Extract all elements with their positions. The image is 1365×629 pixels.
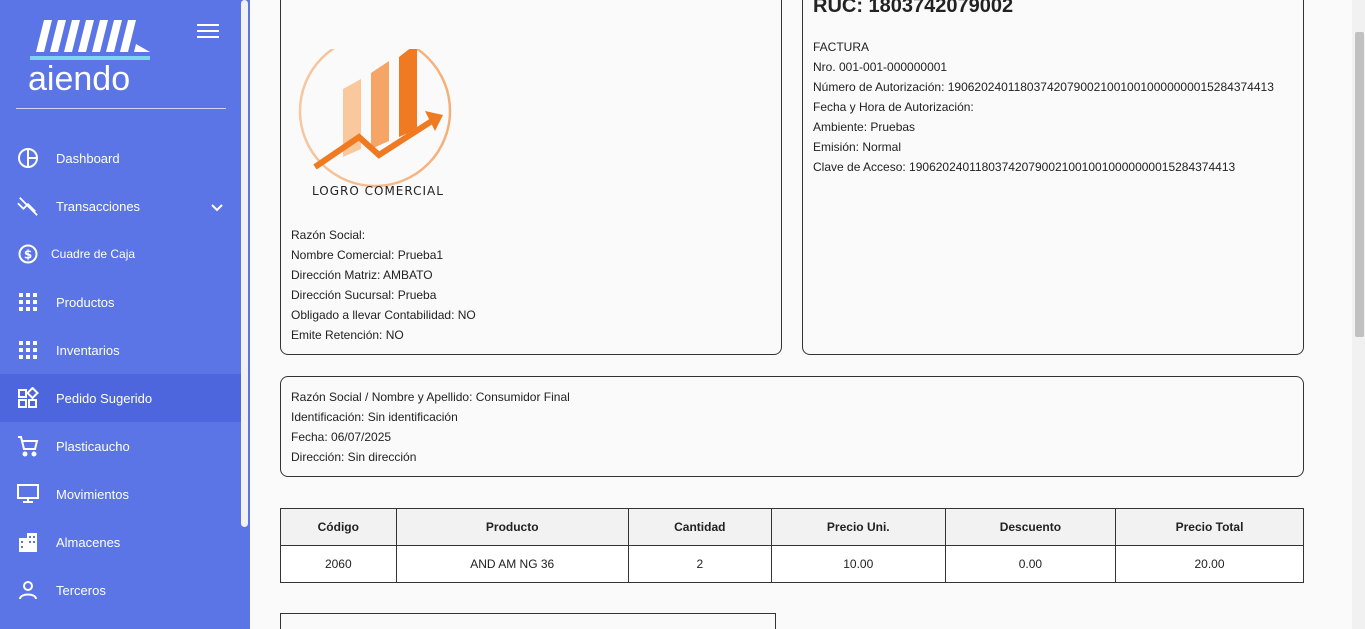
sidebar-item-transacciones[interactable]: Transacciones	[0, 182, 241, 230]
sidebar-item-pedido-sugerido[interactable]: Pedido Sugerido	[0, 374, 241, 422]
building-icon	[17, 531, 39, 553]
sidebar-item-productos[interactable]: Productos	[0, 278, 241, 326]
authorization-date: Fecha y Hora de Autorización:	[813, 100, 974, 114]
sidebar-item-cuadre-de-caja[interactable]: $ Cuadre de Caja	[0, 230, 241, 278]
sidebar-divider	[16, 108, 226, 109]
invoice-info: FACTURA Nro. 001-001-000000001 Número de…	[813, 37, 1274, 177]
sidebar: aiendo Dashboard Transacciones $ Cuadre …	[0, 0, 250, 629]
sidebar-item-label: Pedido Sugerido	[56, 390, 153, 406]
client-info: Razón Social / Nombre y Apellido: Consum…	[291, 387, 570, 467]
issuer-nombre-comercial: Nombre Comercial: Prueba1	[291, 248, 444, 262]
column-header: Código	[280, 508, 397, 546]
brand-name: aiendo	[28, 60, 131, 98]
sidebar-item-inventarios[interactable]: Inventarios	[0, 326, 241, 374]
sidebar-scrollbar[interactable]	[241, 0, 248, 527]
cell-precio-total: 20.00	[1115, 545, 1304, 583]
dollar-icon: $	[17, 243, 39, 265]
sidebar-item-plasticaucho[interactable]: Plasticaucho	[0, 422, 241, 470]
sidebar-item-label: Transacciones	[56, 198, 141, 214]
sidebar-item-label: Dashboard	[56, 150, 120, 166]
issuer-retencion: Emite Retención: NO	[291, 328, 404, 342]
sidebar-item-label: Productos	[56, 294, 115, 310]
issuer-razon-social: Razón Social:	[291, 228, 366, 242]
column-header: Precio Uni.	[770, 508, 946, 546]
grid-icon	[17, 291, 39, 313]
cell-producto: AND AM NG 36	[395, 545, 629, 583]
svg-text:LOGRO COMERCIAL: LOGRO COMERCIAL	[312, 184, 444, 198]
grid-icon	[17, 339, 39, 361]
sidebar-item-dashboard[interactable]: Dashboard	[0, 134, 241, 182]
issuer-contabilidad: Obligado a llevar Contabilidad: NO	[291, 308, 476, 322]
monitor-icon	[17, 483, 39, 505]
column-header: Descuento	[944, 508, 1117, 546]
page-scrollbar-thumb[interactable]	[1355, 32, 1364, 337]
widgets-icon	[17, 387, 39, 409]
transactions-icon	[17, 195, 39, 217]
table-header-row: Código Producto Cantidad Precio Uni. Des…	[280, 508, 1304, 546]
svg-text:$: $	[24, 248, 32, 262]
cell-descuento: 0.00	[944, 545, 1117, 583]
sidebar-item-label: Almacenes	[56, 534, 121, 550]
cell-codigo: 2060	[280, 545, 397, 583]
issuer-info: Razón Social: Nombre Comercial: Prueba1 …	[291, 225, 476, 345]
table-row: 2060 AND AM NG 36 2 10.00 0.00 20.00	[280, 545, 1304, 583]
client-date: Fecha: 06/07/2025	[291, 430, 392, 444]
cell-precio-uni: 10.00	[770, 545, 946, 583]
invoice-number: Nro. 001-001-000000001	[813, 60, 948, 74]
environment: Ambiente: Pruebas	[813, 120, 916, 134]
hamburger-icon	[197, 24, 219, 26]
issuer-direccion-matriz: Dirección Matriz: AMBATO	[291, 268, 433, 282]
authorization-number: Número de Autorización: 1906202401180374…	[813, 80, 1274, 94]
chevron-down-icon[interactable]	[211, 199, 223, 217]
issuer-card: LOGRO COMERCIAL Razón Social: Nombre Com…	[280, 0, 782, 355]
client-card: Razón Social / Nombre y Apellido: Consum…	[280, 376, 1304, 477]
sidebar-item-label: Terceros	[56, 582, 106, 598]
items-table: Código Producto Cantidad Precio Uni. Des…	[280, 508, 1304, 583]
emission: Emisión: Normal	[813, 140, 902, 154]
access-key: Clave de Acceso: 19062024011803742079002…	[813, 160, 1236, 174]
invoice-card: RUC: 1803742079002 FACTURA Nro. 001-001-…	[802, 0, 1304, 355]
sidebar-nav: Dashboard Transacciones $ Cuadre de Caja…	[0, 134, 241, 614]
sidebar-item-label: Movimientos	[56, 486, 129, 502]
column-header: Producto	[395, 508, 629, 546]
totals-card	[280, 613, 776, 629]
sidebar-item-label: Plasticaucho	[56, 438, 130, 454]
ruc-heading: RUC: 1803742079002	[813, 0, 1014, 17]
issuer-direccion-sucursal: Dirección Sucursal: Prueba	[291, 288, 437, 302]
menu-toggle-button[interactable]	[197, 24, 219, 40]
sidebar-item-terceros[interactable]: Terceros	[0, 566, 241, 614]
cell-cantidad: 2	[627, 545, 772, 583]
cart-icon	[17, 435, 39, 457]
sidebar-item-label: Inventarios	[56, 342, 120, 358]
invoice-view: LOGRO COMERCIAL Razón Social: Nombre Com…	[250, 0, 1352, 629]
client-name: Razón Social / Nombre y Apellido: Consum…	[291, 390, 570, 404]
client-id: Identificación: Sin identificación	[291, 410, 458, 424]
invoice-type: FACTURA	[813, 40, 870, 54]
sidebar-item-movimientos[interactable]: Movimientos	[0, 470, 241, 518]
column-header: Cantidad	[627, 508, 772, 546]
page-scrollbar[interactable]	[1352, 0, 1365, 629]
person-icon	[17, 579, 39, 601]
sidebar-item-label: Cuadre de Caja	[51, 247, 136, 261]
dashboard-icon	[17, 147, 39, 169]
sidebar-item-almacenes[interactable]: Almacenes	[0, 518, 241, 566]
column-header: Precio Total	[1115, 508, 1304, 546]
client-address: Dirección: Sin dirección	[291, 450, 417, 464]
company-logo: LOGRO COMERCIAL	[298, 49, 452, 198]
